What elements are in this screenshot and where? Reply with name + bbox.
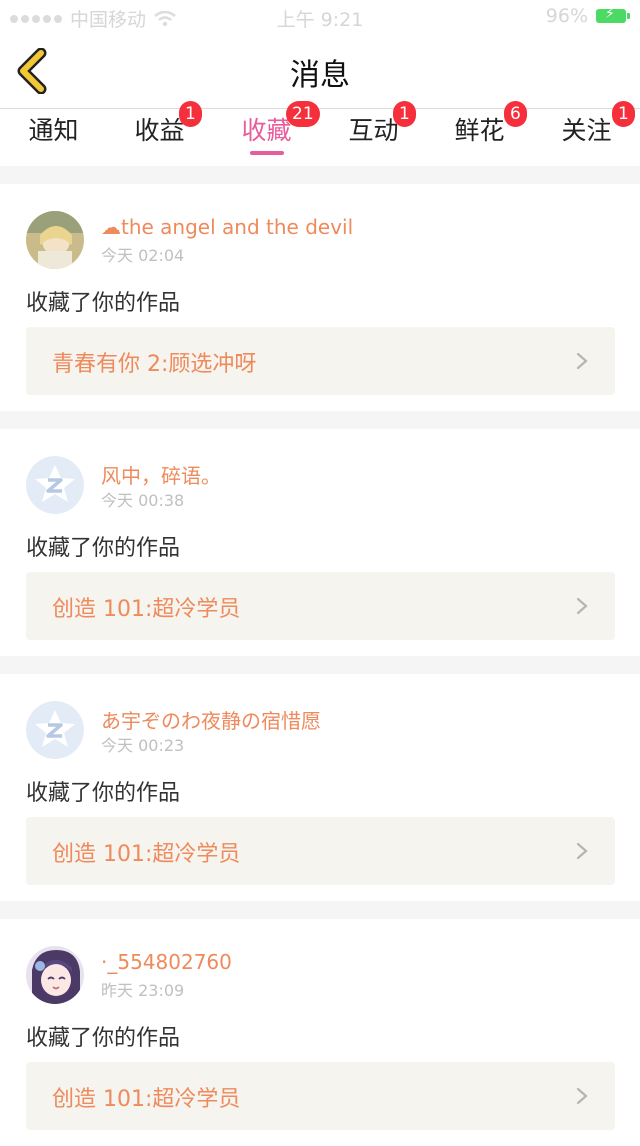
tab-badge: 6 [504, 101, 527, 127]
default-avatar-icon [26, 456, 84, 514]
tab-interactions[interactable]: 互动 1 [320, 101, 427, 166]
message-card: あ宇ぞのわ夜静の宿惜愿 今天 00:23 收藏了你的作品 创造 101:超冷学员 [0, 674, 640, 901]
default-avatar-icon [26, 701, 84, 759]
tab-earnings[interactable]: 收益 1 [106, 101, 213, 166]
battery-status: 96% ⚡ [545, 5, 630, 27]
tab-badge: 1 [612, 101, 635, 127]
tab-badge: 1 [393, 101, 416, 127]
username[interactable]: 风中，碎语。 [101, 460, 221, 489]
message-time: 今天 02:04 [101, 246, 185, 265]
work-link[interactable]: 创造 101:超冷学员 [26, 1062, 615, 1130]
work-title: 创造 101:超冷学员 [52, 842, 241, 867]
status-bar: 中国移动 上午 9:21 96% ⚡ [0, 0, 640, 34]
tab-favorites[interactable]: 收藏 21 [213, 101, 320, 166]
chevron-right-icon [576, 842, 588, 860]
work-link[interactable]: 创造 101:超冷学员 [26, 572, 615, 640]
work-link[interactable]: 青春有你 2:顾选冲呀 [26, 327, 615, 395]
chevron-right-icon [576, 597, 588, 615]
tab-badge: 1 [179, 101, 202, 127]
tab-follows[interactable]: 关注 1 [533, 101, 640, 166]
username[interactable]: ☁the angel and the devil [101, 215, 353, 239]
action-text: 收藏了你的作品 [26, 781, 181, 806]
user-avatar[interactable] [26, 946, 84, 1004]
message-time: 今天 00:23 [101, 736, 185, 755]
work-title: 创造 101:超冷学员 [52, 1087, 241, 1112]
tab-label: 通知 [28, 116, 79, 145]
avatar-photo-icon [26, 211, 84, 269]
nav-bar: 消息 [0, 34, 640, 109]
action-text: 收藏了你的作品 [26, 1026, 181, 1051]
message-card: ☁the angel and the devil 今天 02:04 收藏了你的作… [0, 184, 640, 411]
tab-notifications[interactable]: 通知 [0, 109, 107, 166]
message-time: 今天 00:38 [101, 491, 185, 510]
page-title: 消息 [290, 58, 350, 93]
work-title: 创造 101:超冷学员 [52, 597, 241, 622]
message-card: 风中，碎语。 今天 00:38 收藏了你的作品 创造 101:超冷学员 [0, 429, 640, 656]
tab-bar: 通知 收益 1 收藏 21 互动 1 鲜花 6 关注 1 [0, 101, 640, 166]
user-avatar[interactable] [26, 211, 84, 269]
avatar-anime-icon [26, 946, 84, 1004]
battery-icon: ⚡ [596, 6, 630, 23]
action-text: 收藏了你的作品 [26, 536, 181, 561]
active-tab-indicator [249, 151, 284, 155]
chevron-right-icon [576, 352, 588, 370]
work-link[interactable]: 创造 101:超冷学员 [26, 817, 615, 885]
tab-badge: 21 [286, 101, 320, 127]
battery-percent: 96% [545, 5, 588, 27]
status-time: 上午 9:21 [276, 9, 364, 31]
user-avatar[interactable] [26, 456, 84, 514]
action-text: 收藏了你的作品 [26, 291, 181, 316]
work-title: 青春有你 2:顾选冲呀 [52, 352, 257, 377]
username[interactable]: あ宇ぞのわ夜静の宿惜愿 [101, 705, 321, 734]
tab-flowers[interactable]: 鲜花 6 [426, 101, 533, 166]
message-card: ·_554802760 昨天 23:09 收藏了你的作品 创造 101:超冷学员 [0, 919, 640, 1146]
username[interactable]: ·_554802760 [101, 950, 232, 974]
message-time: 昨天 23:09 [101, 981, 185, 1000]
user-avatar[interactable] [26, 701, 84, 759]
chevron-right-icon [576, 1087, 588, 1105]
